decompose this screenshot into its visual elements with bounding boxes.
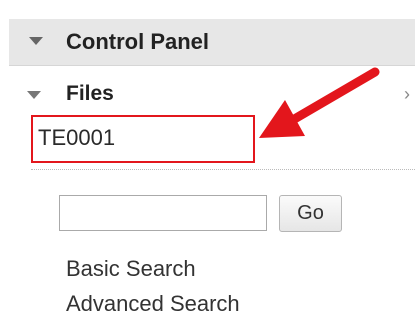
file-item-highlight-box: TE0001 [31, 115, 255, 163]
chevron-right-icon[interactable]: › [404, 84, 410, 105]
files-section-title[interactable]: Files [66, 82, 114, 106]
control-panel-header[interactable]: Control Panel [9, 19, 415, 66]
page: Control Panel Files › TE0001 Go Basic Se… [0, 0, 415, 317]
advanced-search-link[interactable]: Advanced Search [66, 291, 240, 317]
basic-search-link[interactable]: Basic Search [66, 256, 196, 282]
triangle-down-icon[interactable] [27, 91, 41, 99]
control-panel-title[interactable]: Control Panel [66, 29, 209, 55]
go-button[interactable]: Go [279, 195, 342, 232]
divider [31, 169, 415, 170]
file-item-te0001[interactable]: TE0001 [38, 125, 115, 151]
search-input[interactable] [59, 195, 267, 231]
red-arrow-icon [259, 67, 380, 138]
triangle-down-icon[interactable] [29, 37, 43, 45]
